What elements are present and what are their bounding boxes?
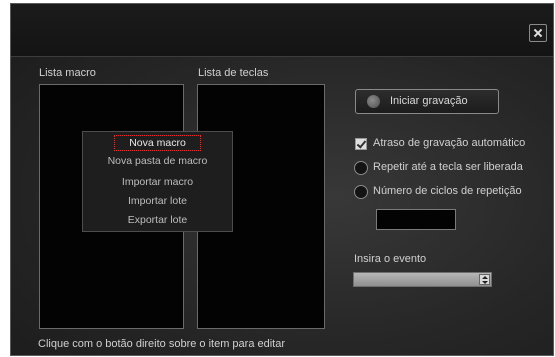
event-label: Insira o evento — [354, 253, 427, 265]
auto-delay-checkbox[interactable] — [355, 138, 367, 150]
record-icon — [367, 95, 380, 108]
menu-item-import-macro[interactable]: Importar macro — [83, 176, 232, 188]
menu-item-import-batch[interactable]: Importar lote — [83, 195, 232, 207]
macro-list-label: Lista macro — [39, 67, 96, 79]
repeat-cycles-input[interactable] — [376, 209, 456, 230]
start-recording-label: Iniciar gravação — [390, 95, 468, 107]
auto-delay-label: Atraso de gravação automático — [373, 137, 526, 149]
event-select[interactable] — [353, 272, 492, 287]
repeat-cycles-label: Número de ciclos de repetição — [373, 185, 522, 197]
repeat-until-release-label: Repetir até a tecla ser liberada — [373, 161, 523, 173]
key-list-label: Lista de teclas — [198, 67, 269, 79]
footer-hint: Clique com o botão direito sobre o item … — [38, 338, 286, 350]
repeat-until-release-radio[interactable] — [354, 161, 368, 175]
close-icon[interactable] — [529, 24, 547, 42]
menu-item-new-macro-folder[interactable]: Nova pasta de macro — [83, 155, 232, 167]
title-bar — [11, 4, 553, 57]
macro-editor-dialog: Lista macro Lista de teclas Nova macro N… — [10, 3, 554, 356]
context-menu: Nova macro Nova pasta de macro Importar … — [82, 131, 233, 232]
repeat-cycles-radio[interactable] — [354, 185, 368, 199]
start-recording-button[interactable]: Iniciar gravação — [355, 89, 499, 114]
menu-item-export-batch[interactable]: Exportar lote — [83, 214, 232, 226]
menu-item-new-macro[interactable]: Nova macro — [83, 135, 232, 151]
spinner-arrows-icon[interactable] — [479, 274, 490, 285]
